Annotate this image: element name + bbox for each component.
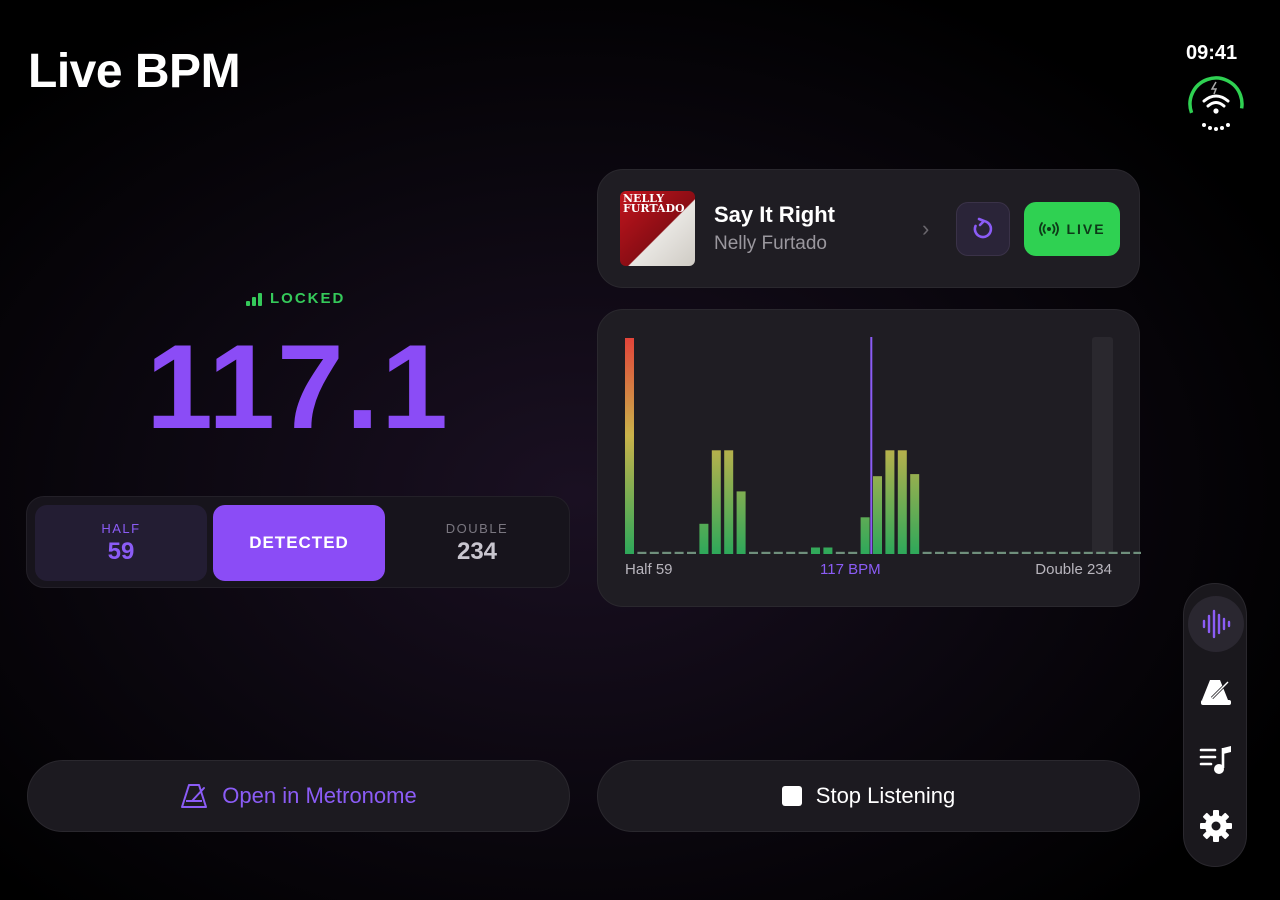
metronome-icon (181, 784, 208, 808)
histogram-bar (1021, 551, 1031, 554)
nav-setlist[interactable] (1188, 732, 1244, 788)
refresh-icon (973, 217, 993, 239)
histogram-bar (972, 551, 982, 554)
album-art-text: NELLY FURTADO (623, 192, 685, 215)
double-value: 234 (456, 537, 498, 565)
open-in-metronome-label: Open in Metronome (222, 783, 417, 808)
histogram-bar (947, 551, 957, 554)
histogram-bar (873, 476, 882, 554)
wifi-status-icon (1188, 76, 1244, 132)
histogram-bar (625, 338, 634, 554)
histogram-bar (736, 491, 746, 554)
waveform-icon (1202, 609, 1231, 639)
broadcast-icon (1039, 222, 1060, 236)
histogram-bar (1009, 551, 1019, 554)
histogram-bar (687, 551, 696, 554)
page-title: Live BPM (28, 45, 241, 98)
half-label: HALF (101, 520, 141, 536)
histogram-bar (798, 551, 808, 554)
half-tempo-option[interactable]: HALF 59 (35, 505, 207, 581)
histogram-bar (959, 551, 969, 554)
gear-icon (1200, 810, 1232, 842)
metronome-icon (1201, 680, 1231, 705)
histogram-center-label: 117 BPM (820, 561, 881, 578)
album-art: NELLY FURTADO (620, 191, 695, 266)
histogram-left-label: Half 59 (625, 561, 673, 578)
double-tempo-option[interactable]: DOUBLE 234 (391, 505, 563, 581)
histogram-bar (935, 551, 944, 554)
lock-status-label: LOCKED (270, 290, 346, 307)
histogram-right-label: Double 234 (1035, 561, 1112, 578)
histogram-bar (1133, 551, 1141, 554)
side-navigation (1183, 583, 1247, 867)
chevron-right-icon[interactable]: › (922, 216, 929, 242)
histogram-bar (662, 551, 672, 554)
detected-label: DETECTED (249, 533, 349, 552)
nav-live-bpm[interactable] (1188, 596, 1244, 652)
histogram-bar (724, 450, 734, 554)
histogram-bar (910, 474, 920, 554)
track-artist: Nelly Furtado (714, 233, 827, 254)
histogram-bar (749, 551, 758, 554)
stop-listening-label: Stop Listening (815, 783, 956, 808)
histogram-bar (649, 551, 659, 554)
histogram-bar (637, 551, 647, 554)
signal-bars-icon (246, 292, 262, 306)
histogram-bar (823, 547, 833, 554)
histogram-bar (761, 551, 771, 554)
histogram-bar (1108, 551, 1118, 554)
half-value: 59 (107, 537, 135, 565)
histogram-bar (848, 551, 858, 554)
stop-icon (781, 786, 802, 806)
setlist-icon (1199, 746, 1231, 774)
nav-metronome[interactable] (1188, 664, 1244, 720)
histogram-bar (674, 551, 684, 554)
histogram-bar (711, 450, 721, 554)
histogram-bar (885, 450, 895, 554)
bpm-readout: 117.1 (146, 320, 450, 454)
histogram-bar (1059, 551, 1068, 554)
histogram-bar (1046, 551, 1056, 554)
histogram-bar (860, 517, 870, 554)
histogram-bar (773, 551, 783, 554)
histogram-bar (997, 551, 1006, 554)
histogram-bar (699, 523, 709, 554)
tempo-multiplier-selector: HALF 59 DETECTED DOUBLE 234 (26, 496, 570, 588)
histogram-bar (811, 547, 820, 554)
live-button[interactable]: LIVE (1024, 202, 1120, 256)
detected-tempo-option[interactable]: DETECTED (213, 505, 385, 581)
histogram-scroll-track[interactable] (1092, 337, 1113, 554)
lock-status: LOCKED (246, 290, 345, 307)
histogram-bar (786, 551, 796, 554)
histogram-bar (1071, 551, 1081, 554)
histogram-bar (984, 551, 994, 554)
tempo-histogram: Half 59 117 BPM Double 234 (597, 309, 1141, 607)
stop-listening-button[interactable]: Stop Listening (597, 760, 1140, 832)
histogram-bar (897, 450, 907, 554)
nav-settings[interactable] (1188, 798, 1244, 854)
open-in-metronome-button[interactable]: Open in Metronome (27, 760, 570, 832)
track-title: Say It Right (714, 202, 836, 227)
histogram-bar (835, 551, 845, 554)
double-label: DOUBLE (445, 520, 509, 536)
histogram-bar (1083, 551, 1093, 554)
histogram-bar (1096, 551, 1106, 554)
live-label: LIVE (1066, 221, 1106, 237)
histogram-bar (922, 551, 932, 554)
histogram-bar (1121, 551, 1130, 554)
clock: 09:41 (1186, 42, 1238, 64)
histogram-bar (1034, 551, 1044, 554)
refresh-button[interactable] (956, 202, 1010, 256)
now-playing-card[interactable]: NELLY FURTADO Say It Right Nelly Furtado… (597, 169, 1140, 288)
